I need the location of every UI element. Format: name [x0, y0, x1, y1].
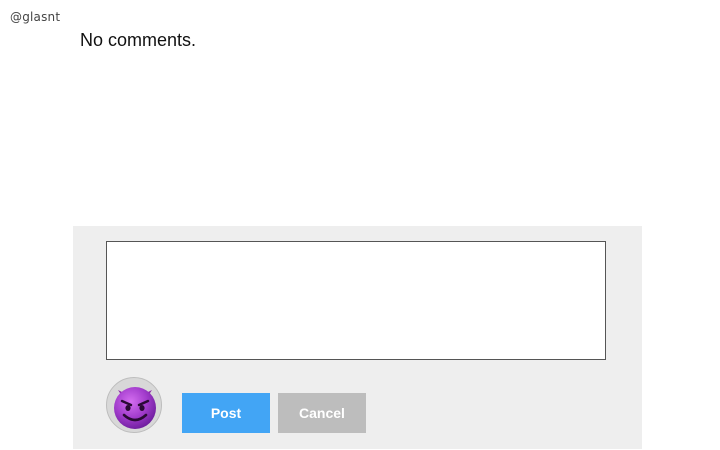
comment-input[interactable]	[106, 241, 606, 360]
user-handle: @glasnt	[10, 10, 61, 24]
comments-page: @glasnt No comments. Post Cancel	[0, 0, 720, 450]
cancel-button[interactable]: Cancel	[278, 393, 366, 433]
no-comments-message: No comments.	[80, 30, 197, 50]
post-button[interactable]: Post	[182, 393, 270, 433]
smiling-devil-icon	[114, 387, 156, 429]
comment-composer: Post Cancel	[73, 226, 642, 449]
avatar	[106, 377, 162, 433]
